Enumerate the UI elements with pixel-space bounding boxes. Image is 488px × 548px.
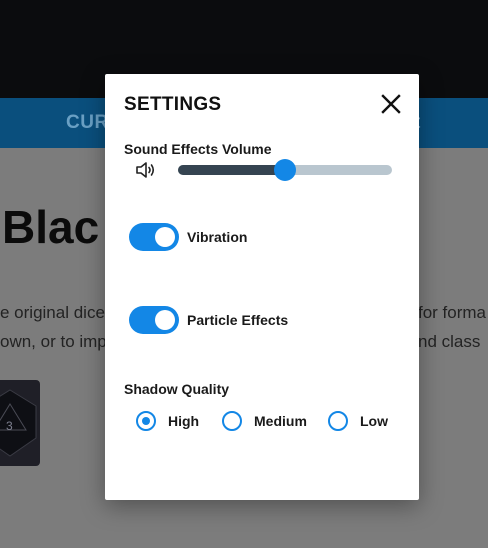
- nav-item-left: CUR: [66, 112, 109, 133]
- shadow-quality-option-medium[interactable]: Medium: [222, 410, 307, 432]
- close-button[interactable]: [379, 92, 403, 116]
- vibration-label: Vibration: [187, 229, 248, 245]
- particle-effects-toggle-row[interactable]: Particle Effects: [129, 306, 288, 334]
- volume-slider[interactable]: [178, 159, 392, 181]
- settings-dialog: SETTINGS Sound Effects Volume Vibration …: [105, 74, 419, 500]
- svg-text:3: 3: [6, 419, 13, 433]
- particle-effects-label: Particle Effects: [187, 312, 289, 328]
- dialog-title: SETTINGS: [124, 94, 222, 115]
- page-paragraph-line: for forma: [418, 303, 487, 322]
- radio-label: High: [168, 413, 200, 429]
- page-paragraph-line: e original dice: [0, 303, 105, 322]
- page-paragraph-line: own, or to imp: [0, 332, 107, 351]
- shadow-quality-option-high[interactable]: High: [136, 410, 199, 432]
- radio-button[interactable]: [136, 411, 156, 431]
- speaker-icon: [136, 162, 155, 178]
- radio-label: Medium: [254, 413, 307, 429]
- radio-button[interactable]: [328, 411, 348, 431]
- vibration-toggle-row[interactable]: Vibration: [129, 223, 247, 251]
- page-heading: Blac: [2, 201, 100, 253]
- dice-image: 3: [0, 380, 40, 466]
- radio-button[interactable]: [222, 411, 242, 431]
- particle-effects-toggle[interactable]: [129, 306, 179, 334]
- toggle-knob: [155, 227, 175, 247]
- shadow-quality-label: Shadow Quality: [124, 381, 230, 397]
- page-paragraph-line: nd class: [418, 332, 481, 351]
- volume-slider-fill: [178, 165, 285, 175]
- vibration-toggle[interactable]: [129, 223, 179, 251]
- volume-slider-thumb[interactable]: [274, 159, 296, 181]
- close-icon: [381, 94, 401, 114]
- shadow-quality-option-low[interactable]: Low: [328, 410, 388, 432]
- toggle-knob: [155, 310, 175, 330]
- sound-volume-label: Sound Effects Volume: [124, 141, 272, 157]
- radio-label: Low: [360, 413, 388, 429]
